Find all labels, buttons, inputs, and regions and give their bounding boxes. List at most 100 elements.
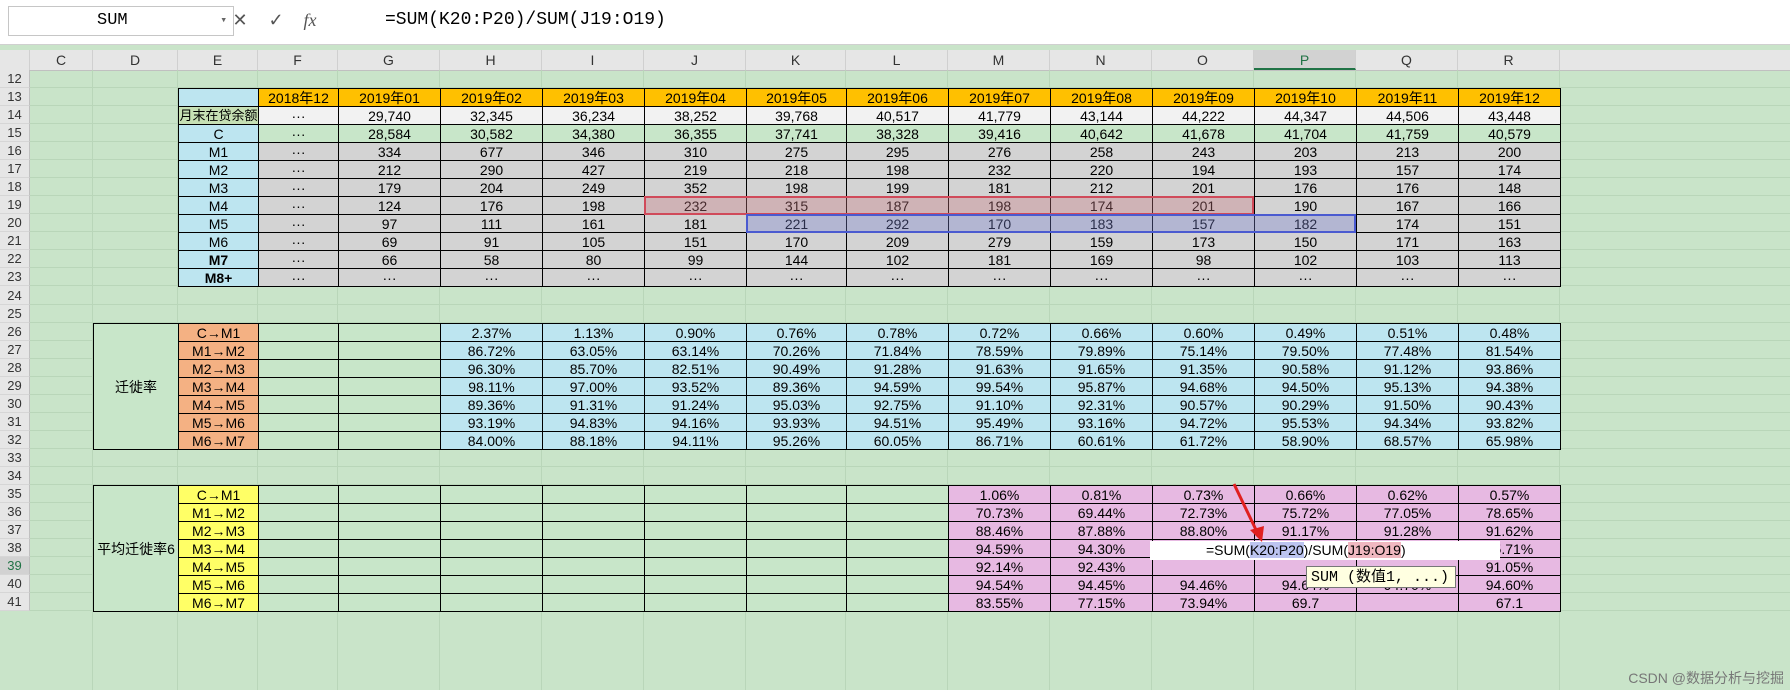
migration-value[interactable]: 90.49%	[746, 359, 847, 378]
balance-value[interactable]: ···	[846, 268, 949, 287]
avg-value[interactable]: 94.59%	[948, 539, 1051, 558]
migration-value[interactable]: 60.61%	[1050, 431, 1153, 450]
col-header-f[interactable]: F	[258, 50, 338, 70]
col-header-q[interactable]: Q	[1356, 50, 1458, 70]
row-header-22[interactable]: 22	[0, 250, 30, 268]
confirm-icon[interactable]: ✓	[262, 8, 290, 32]
migration-value[interactable]: 77.48%	[1356, 341, 1459, 360]
empty-cell[interactable]	[258, 503, 339, 522]
month-header[interactable]: 2019年04	[644, 88, 747, 107]
row-header-17[interactable]: 17	[0, 160, 30, 178]
empty-cell[interactable]	[440, 521, 543, 540]
balance-value[interactable]: 103	[1356, 250, 1459, 269]
col-header-n[interactable]: N	[1050, 50, 1152, 70]
migration-value[interactable]: 98.11%	[440, 377, 543, 396]
row-header-21[interactable]: 21	[0, 232, 30, 250]
col-header-l[interactable]: L	[846, 50, 948, 70]
empty-cell[interactable]	[258, 341, 339, 360]
empty-cell[interactable]	[846, 557, 949, 576]
migration-value[interactable]: 93.52%	[644, 377, 747, 396]
balance-value[interactable]: ···	[258, 214, 339, 233]
migration-value[interactable]: 0.51%	[1356, 323, 1459, 342]
balance-value[interactable]: 39,768	[746, 106, 847, 125]
migration-value[interactable]: 0.49%	[1254, 323, 1357, 342]
migration-value[interactable]: 94.72%	[1152, 413, 1255, 432]
balance-value[interactable]: 181	[644, 214, 747, 233]
empty-cell[interactable]	[338, 359, 441, 378]
row-header-18[interactable]: 18	[0, 178, 30, 196]
migration-value[interactable]: 89.36%	[440, 395, 543, 414]
empty-cell[interactable]	[338, 395, 441, 414]
row-header-15[interactable]: 15	[0, 124, 30, 142]
migration-value[interactable]: 78.59%	[948, 341, 1051, 360]
avg-value[interactable]: 91.28%	[1356, 521, 1459, 540]
balance-value[interactable]: 163	[1458, 232, 1561, 251]
balance-value[interactable]: 193	[1254, 160, 1357, 179]
balance-value[interactable]: 212	[1050, 178, 1153, 197]
migration-value[interactable]: 95.13%	[1356, 377, 1459, 396]
row-header-27[interactable]: 27	[0, 341, 30, 359]
balance-value[interactable]: ···	[258, 160, 339, 179]
empty-cell[interactable]	[258, 359, 339, 378]
avg-label[interactable]: M3→M4	[178, 539, 259, 558]
balance-value[interactable]: ···	[258, 232, 339, 251]
balance-value[interactable]: 334	[338, 142, 441, 161]
empty-cell[interactable]	[338, 341, 441, 360]
balance-value[interactable]: 102	[1254, 250, 1357, 269]
migration-label[interactable]: M3→M4	[178, 377, 259, 396]
empty-cell[interactable]	[542, 593, 645, 612]
empty-cell[interactable]	[846, 485, 949, 504]
migration-value[interactable]: 95.87%	[1050, 377, 1153, 396]
balance-value[interactable]: 346	[542, 142, 645, 161]
empty-cell[interactable]	[644, 593, 747, 612]
empty-cell[interactable]	[746, 521, 847, 540]
empty-cell[interactable]	[258, 521, 339, 540]
balance-value[interactable]: 161	[542, 214, 645, 233]
balance-value[interactable]: 148	[1458, 178, 1561, 197]
migration-value[interactable]: 79.89%	[1050, 341, 1153, 360]
avg-value[interactable]: 94.54%	[948, 575, 1051, 594]
empty-cell[interactable]	[440, 575, 543, 594]
row-header-25[interactable]: 25	[0, 305, 30, 323]
month-header[interactable]: 2019年03	[542, 88, 645, 107]
balance-value[interactable]: 102	[846, 250, 949, 269]
migration-value[interactable]: 0.48%	[1458, 323, 1561, 342]
empty-cell[interactable]	[746, 539, 847, 558]
balance-value[interactable]: 352	[644, 178, 747, 197]
avg-value[interactable]: 94.46%	[1152, 575, 1255, 594]
balance-value[interactable]: 213	[1356, 142, 1459, 161]
month-header[interactable]: 2019年11	[1356, 88, 1459, 107]
empty-cell[interactable]	[338, 503, 441, 522]
balance-value[interactable]: 41,678	[1152, 124, 1255, 143]
balance-value[interactable]: 295	[846, 142, 949, 161]
name-box[interactable]: SUM ▾	[8, 6, 234, 36]
balance-value[interactable]: 677	[440, 142, 543, 161]
empty-cell[interactable]	[338, 323, 441, 342]
avg-value[interactable]	[1356, 593, 1459, 612]
empty-cell[interactable]	[338, 557, 441, 576]
empty-cell[interactable]	[440, 593, 543, 612]
balance-value[interactable]: ···	[338, 268, 441, 287]
avg-value[interactable]: 91.17%	[1254, 521, 1357, 540]
balance-value[interactable]: 219	[644, 160, 747, 179]
balance-value[interactable]: ···	[1050, 268, 1153, 287]
empty-cell[interactable]	[746, 485, 847, 504]
balance-value[interactable]: 38,252	[644, 106, 747, 125]
month-header[interactable]: 2019年09	[1152, 88, 1255, 107]
avg-value[interactable]: 75.72%	[1254, 503, 1357, 522]
migration-value[interactable]: 1.13%	[542, 323, 645, 342]
migration-value[interactable]: 94.34%	[1356, 413, 1459, 432]
balance-value[interactable]: 151	[644, 232, 747, 251]
migration-value[interactable]: 86.72%	[440, 341, 543, 360]
avg-value[interactable]: 1.06%	[948, 485, 1051, 504]
migration-value[interactable]: 93.16%	[1050, 413, 1153, 432]
migration-value[interactable]: 93.93%	[746, 413, 847, 432]
balance-value[interactable]: 427	[542, 160, 645, 179]
avg-value[interactable]: 77.05%	[1356, 503, 1459, 522]
month-header[interactable]: 2019年06	[846, 88, 949, 107]
migration-label[interactable]: C→M1	[178, 323, 259, 342]
migration-value[interactable]: 99.54%	[948, 377, 1051, 396]
row-header-12[interactable]: 12	[0, 70, 30, 88]
migration-value[interactable]: 91.35%	[1152, 359, 1255, 378]
migration-value[interactable]: 91.63%	[948, 359, 1051, 378]
